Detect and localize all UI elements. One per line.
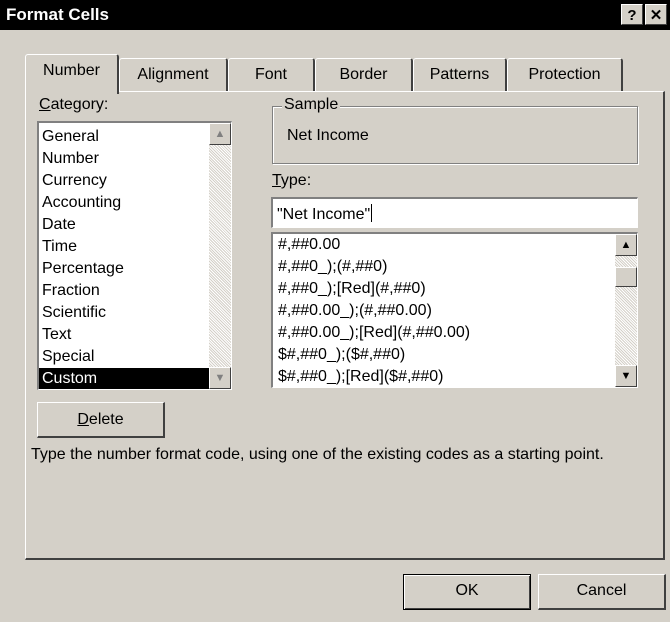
format-code-item[interactable]: #,##0.00 (275, 234, 615, 256)
category-item[interactable]: Text (39, 324, 209, 346)
category-scrollbar[interactable]: ▲ ▼ (209, 123, 231, 389)
scroll-up-icon[interactable]: ▲ (615, 234, 637, 256)
category-list[interactable]: General Number Currency Accounting Date Time P… (37, 121, 232, 390)
sample-label: Sample (282, 96, 341, 114)
delete-button[interactable]: Delete (37, 402, 165, 438)
scroll-down-icon[interactable]: ▼ (209, 367, 231, 389)
scroll-thumb[interactable] (615, 267, 637, 287)
dialog-title: Format Cells (6, 5, 109, 24)
text-cursor (371, 204, 373, 222)
scroll-down-icon[interactable]: ▼ (615, 365, 637, 387)
title-bar[interactable]: Format Cells ? ✕ (0, 0, 670, 30)
category-item[interactable]: Scientific (39, 302, 209, 324)
format-code-item[interactable]: #,##0_);[Red](#,##0) (275, 278, 615, 300)
category-item[interactable]: Special (39, 346, 209, 368)
format-code-item[interactable]: #,##0.00_);(#,##0.00) (275, 300, 615, 322)
cancel-button[interactable]: Cancel (538, 574, 666, 610)
format-code-item[interactable]: #,##0_);(#,##0) (275, 256, 615, 278)
scroll-up-icon[interactable]: ▲ (209, 123, 231, 145)
help-button[interactable]: ? (621, 4, 643, 25)
type-input[interactable]: "Net Income" (271, 197, 638, 228)
category-item[interactable]: Percentage (39, 258, 209, 280)
category-item[interactable]: Date (39, 214, 209, 236)
ok-button[interactable]: OK (403, 574, 531, 610)
category-item[interactable]: Currency (39, 170, 209, 192)
category-item[interactable]: Accounting (39, 192, 209, 214)
format-code-scrollbar[interactable]: ▲ ▼ (615, 234, 637, 387)
type-label: Type: (272, 172, 312, 189)
format-code-item[interactable]: $#,##0_);[Red]($#,##0) (275, 366, 615, 387)
format-code-item[interactable]: #,##0.00_);[Red](#,##0.00) (275, 322, 615, 344)
category-item[interactable]: Fraction (39, 280, 209, 302)
category-item[interactable]: General (39, 126, 209, 148)
category-item[interactable]: Custom (39, 368, 209, 389)
sample-value: Net Income (287, 127, 369, 144)
tab-number[interactable]: Number (25, 54, 119, 94)
tab-border[interactable]: Border (315, 58, 413, 92)
type-input-value: "Net Income" (277, 204, 373, 223)
format-code-item[interactable]: $#,##0_);($#,##0) (275, 344, 615, 366)
format-code-list[interactable]: #,##0.00 #,##0_);(#,##0) #,##0_);[Red](#,#… (271, 232, 638, 388)
hint-text: Type the number format code, using one o… (31, 446, 604, 463)
tab-alignment[interactable]: Alignment (119, 58, 228, 92)
tab-font[interactable]: Font (228, 58, 315, 92)
format-cells-dialog: Format Cells ? ✕ Number Alignment Font B… (0, 0, 670, 622)
tab-patterns[interactable]: Patterns (413, 58, 507, 92)
close-button[interactable]: ✕ (645, 4, 667, 25)
category-item[interactable]: Time (39, 236, 209, 258)
tab-protection[interactable]: Protection (507, 58, 623, 92)
category-item[interactable]: Number (39, 148, 209, 170)
category-label: Category: (39, 96, 109, 113)
